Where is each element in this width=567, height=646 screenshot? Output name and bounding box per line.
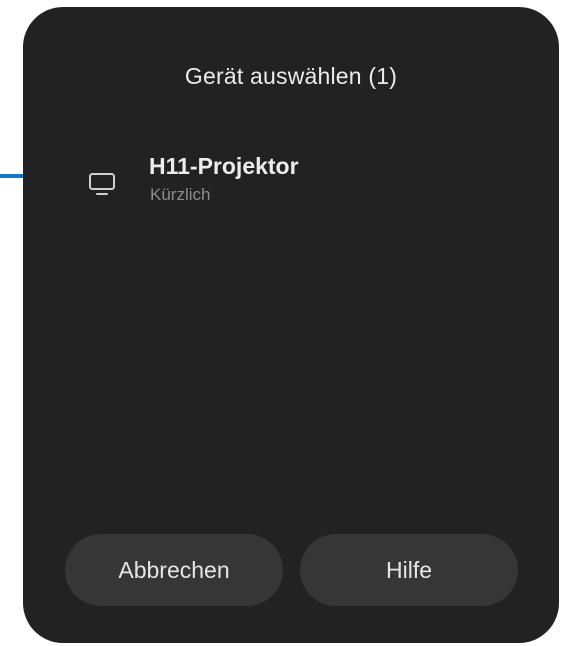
screen: Gerät auswählen (1) H11-Projektor Kürzli… <box>0 0 567 646</box>
device-name: H11-Projektor <box>149 153 299 179</box>
device-list-item[interactable]: H11-Projektor Kürzlich <box>23 145 559 225</box>
cancel-button[interactable]: Abbrechen <box>65 534 283 606</box>
dialog-title: Gerät auswählen (1) <box>184 63 398 89</box>
select-device-dialog: Gerät auswählen (1) H11-Projektor Kürzli… <box>23 7 559 643</box>
monitor-icon <box>89 173 115 195</box>
help-button[interactable]: Hilfe <box>300 534 518 606</box>
cancel-button-label: Abbrechen <box>118 556 230 583</box>
help-button-label: Hilfe <box>385 556 432 583</box>
device-status: Kürzlich <box>150 185 211 204</box>
